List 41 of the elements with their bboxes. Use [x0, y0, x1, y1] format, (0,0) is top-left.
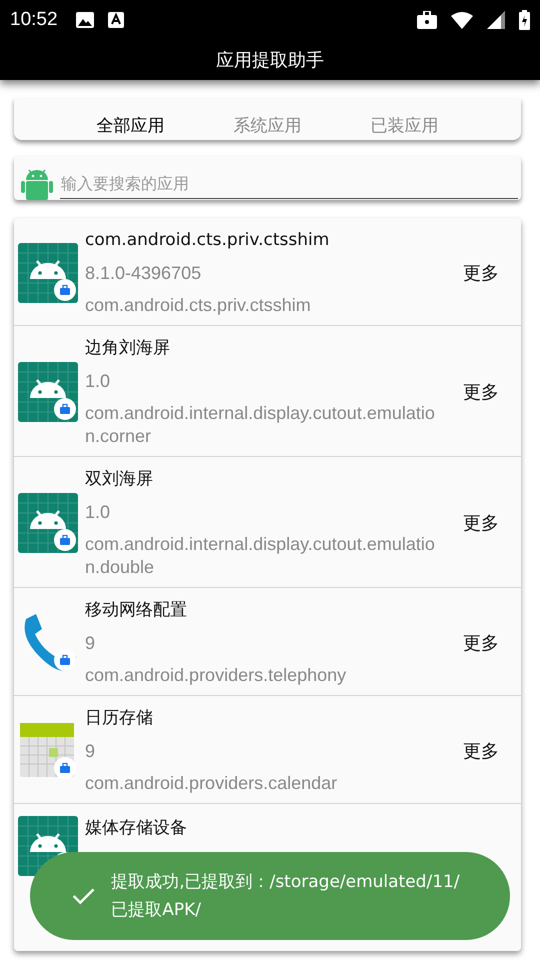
android-app-icon [18, 242, 78, 302]
app-name: com.android.cts.priv.ctsshim [85, 229, 330, 252]
toast-message: 提取成功,已提取到：/storage/emulated/11/已提取APK/ [111, 871, 461, 922]
status-time: 10:52 [10, 9, 58, 31]
app-row[interactable]: com.android.cts.priv.ctsshim 8.1.0-4396705 com.android.cts.priv.ctsshim 更多 [14, 218, 521, 326]
app-name: 日历存储 [85, 707, 154, 730]
battery-icon [519, 10, 530, 30]
package-name: com.android.internal.display.cutout.emulation.corner [85, 402, 435, 448]
app-version: 9 [85, 632, 96, 655]
search-field[interactable]: 输入要搜索的应用 [14, 156, 521, 200]
more-button[interactable]: 更多 [455, 511, 521, 535]
android-app-icon [18, 362, 78, 422]
app-version: 8.1.0-4396705 [85, 262, 202, 285]
wifi-icon [451, 12, 473, 28]
more-button[interactable]: 更多 [455, 630, 521, 654]
package-name: com.android.internal.display.cutout.emulation.double [85, 533, 435, 579]
tab[interactable]: 全部应用 [62, 114, 199, 140]
image-icon [76, 12, 94, 28]
more-button[interactable]: 更多 [455, 380, 521, 404]
package-name: com.android.providers.calendar [85, 772, 338, 795]
app-name: 媒体存储设备 [85, 817, 188, 840]
app-name: 双刘海屏 [85, 468, 154, 491]
app-version: 9 [85, 740, 96, 763]
app-row[interactable]: 日历存储 9 com.android.providers.calendar 更多 [14, 696, 521, 804]
app-row[interactable]: 边角刘海屏 1.0 com.android.internal.display.cutout.emulation.corner 更多 [14, 326, 521, 457]
search-input[interactable]: 输入要搜索的应用 [60, 170, 518, 199]
app-name: 移动网络配置 [85, 599, 188, 622]
package-name: com.android.cts.priv.ctsshim [85, 294, 312, 317]
more-button[interactable]: 更多 [455, 260, 521, 284]
app-row[interactable]: 移动网络配置 9 com.android.providers.telephony 更多 [14, 588, 521, 696]
app-version: 1.0 [85, 370, 112, 393]
more-button[interactable]: 更多 [455, 738, 521, 762]
briefcase-icon [417, 11, 437, 29]
package-name: com.android.providers.telephony [85, 664, 348, 687]
app-row[interactable]: 双刘海屏 1.0 com.android.internal.display.cutout.emulation.double 更多 [14, 457, 521, 588]
signal-icon [487, 11, 505, 29]
app-title: 应用提取助手 [216, 49, 324, 72]
app-version: 1.0 [85, 501, 112, 524]
keyboard-icon [108, 12, 124, 28]
app-name: 边角刘海屏 [85, 337, 171, 360]
android-app-icon [18, 493, 78, 553]
